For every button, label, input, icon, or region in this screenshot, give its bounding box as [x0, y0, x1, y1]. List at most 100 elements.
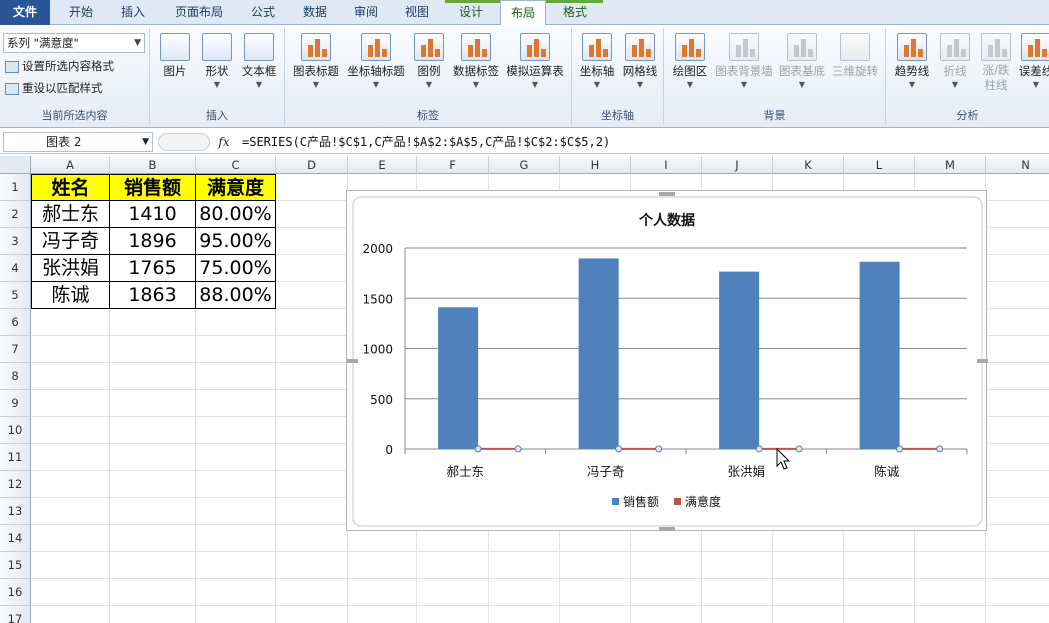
lines-button[interactable]: 折线 ▼: [936, 30, 974, 102]
insert-function-icon[interactable]: fx: [212, 133, 236, 151]
gridlines-button[interactable]: 网格线 ▼: [619, 30, 661, 102]
column-header-A[interactable]: A: [31, 156, 110, 174]
picture-button[interactable]: 图片: [155, 30, 195, 102]
row-header-5[interactable]: 5: [0, 282, 31, 309]
up-down-bars-button[interactable]: 涨/跌 柱线: [976, 30, 1016, 102]
table-cell[interactable]: 陈诚: [31, 282, 110, 309]
select-all-corner[interactable]: [0, 156, 31, 174]
column-header-H[interactable]: H: [560, 156, 631, 174]
column-header-J[interactable]: J: [702, 156, 773, 174]
format-selection-button[interactable]: 设置所选内容格式: [5, 56, 114, 76]
row-header-6[interactable]: 6: [0, 309, 31, 336]
chart-title-button[interactable]: 图表标题 ▼: [288, 30, 344, 102]
row-header-14[interactable]: 14: [0, 525, 31, 552]
table-cell[interactable]: 75.00%: [196, 255, 276, 282]
bar[interactable]: [438, 307, 479, 449]
row-header-7[interactable]: 7: [0, 336, 31, 363]
reset-style-button[interactable]: 重设以匹配样式: [5, 78, 103, 98]
tab-page-layout[interactable]: 页面布局: [165, 0, 233, 25]
tab-view[interactable]: 视图: [394, 0, 440, 25]
column-header-G[interactable]: G: [489, 156, 560, 174]
chevron-down-icon: ▼: [134, 38, 141, 48]
tab-home[interactable]: 开始: [58, 0, 104, 25]
row-header-12[interactable]: 12: [0, 471, 31, 498]
button-label: 图片: [163, 64, 187, 78]
column-header-F[interactable]: F: [417, 156, 489, 174]
bar[interactable]: [719, 271, 760, 449]
table-cell[interactable]: 张洪娟: [31, 255, 110, 282]
table-cell[interactable]: 1896: [110, 228, 196, 255]
shapes-button[interactable]: 形状 ▼: [197, 30, 237, 102]
row-header-3[interactable]: 3: [0, 228, 31, 255]
trendline-button[interactable]: 趋势线 ▼: [888, 30, 936, 102]
column-header-C[interactable]: C: [196, 156, 276, 174]
table-cell[interactable]: 郝士东: [31, 201, 110, 228]
column-header-D[interactable]: D: [276, 156, 348, 174]
row-header-17[interactable]: 17: [0, 606, 31, 623]
row-header-11[interactable]: 11: [0, 444, 31, 471]
3d-rotation-button[interactable]: 三维旋转: [828, 30, 882, 102]
textbox-button[interactable]: 文本框 ▼: [238, 30, 280, 102]
tab-insert[interactable]: 插入: [110, 0, 156, 25]
x-tick-label: 郝士东: [446, 464, 484, 479]
table-cell[interactable]: 88.00%: [196, 282, 276, 309]
reset-icon: [5, 82, 19, 95]
column-header-L[interactable]: L: [844, 156, 915, 174]
table-cell[interactable]: 冯子奇: [31, 228, 110, 255]
column-header-I[interactable]: I: [631, 156, 702, 174]
chart-floor-button[interactable]: 图表基底 ▼: [776, 30, 828, 102]
column-header-E[interactable]: E: [348, 156, 417, 174]
tab-format[interactable]: 格式: [552, 0, 598, 25]
group-label: 背景: [763, 109, 786, 122]
table-cell[interactable]: 95.00%: [196, 228, 276, 255]
row-header-8[interactable]: 8: [0, 363, 31, 390]
button-label: 绘图区: [672, 64, 708, 78]
column-header-B[interactable]: B: [110, 156, 196, 174]
row-header-10[interactable]: 10: [0, 417, 31, 444]
data-table-button[interactable]: 模拟运算表 ▼: [503, 30, 567, 102]
tab-design[interactable]: 设计: [448, 0, 494, 25]
ribbon-tab-bar: 文件 开始 插入 页面布局 公式 数据 审阅 视图 设计 布局 格式: [0, 0, 1049, 26]
tab-layout[interactable]: 布局: [500, 0, 546, 26]
formula-input[interactable]: =SERIES(C产品!$C$1,C产品!$A$2:$A$5,C产品!$C$2:…: [242, 132, 610, 152]
axis-titles-button[interactable]: 坐标轴标题 ▼: [345, 30, 407, 102]
tab-formulas[interactable]: 公式: [240, 0, 286, 25]
group-label: 分析: [956, 109, 979, 122]
table-cell[interactable]: 80.00%: [196, 201, 276, 228]
tab-file[interactable]: 文件: [0, 0, 50, 25]
tab-data[interactable]: 数据: [292, 0, 338, 25]
table-header-cell[interactable]: 销售额: [110, 174, 196, 201]
table-header-cell[interactable]: 姓名: [31, 174, 110, 201]
row-header-1[interactable]: 1: [0, 174, 31, 201]
legend-button[interactable]: 图例 ▼: [409, 30, 449, 102]
button-label: 文本框: [241, 64, 277, 78]
column-header-K[interactable]: K: [773, 156, 844, 174]
column-header-M[interactable]: M: [915, 156, 986, 174]
bar[interactable]: [859, 261, 900, 449]
reset-style-label: 重设以匹配样式: [22, 81, 103, 95]
table-cell[interactable]: 1863: [110, 282, 196, 309]
table-cell[interactable]: 1410: [110, 201, 196, 228]
table-cell[interactable]: 1765: [110, 255, 196, 282]
bar[interactable]: [578, 258, 619, 449]
row-header-9[interactable]: 9: [0, 390, 31, 417]
name-box[interactable]: 图表 2 ▼: [3, 132, 153, 152]
tab-review[interactable]: 审阅: [343, 0, 389, 25]
row-header-15[interactable]: 15: [0, 552, 31, 579]
row-header-16[interactable]: 16: [0, 579, 31, 606]
chart-object[interactable]: 个人数据 0 500 1000 1500 2000 郝士东 冯子奇 张洪娟 陈诚 销售额 满意度: [346, 190, 988, 531]
error-bars-button[interactable]: 误差线 ▼: [1016, 30, 1049, 102]
axes-button[interactable]: 坐标轴 ▼: [576, 30, 618, 102]
resize-handle: [659, 192, 675, 196]
chart-wall-button[interactable]: 图表背景墙 ▼: [713, 30, 775, 102]
plot-area-button[interactable]: 绘图区 ▼: [667, 30, 713, 102]
chart-elements-dropdown[interactable]: 系列 "满意度" ▼: [3, 33, 145, 53]
row-header-13[interactable]: 13: [0, 498, 31, 525]
chevron-down-icon: ▼: [951, 80, 959, 89]
row-header-4[interactable]: 4: [0, 255, 31, 282]
worksheet-grid[interactable]: A B C D E F G H I J K L M N 1 2 3 4 5 6 7 8 9 10 11 12 13 14 15 16 17 …: [0, 156, 1049, 623]
row-header-2[interactable]: 2: [0, 201, 31, 228]
table-header-cell[interactable]: 满意度: [196, 174, 276, 201]
data-labels-button[interactable]: 数据标签 ▼: [450, 30, 502, 102]
column-header-N[interactable]: N: [986, 156, 1049, 174]
